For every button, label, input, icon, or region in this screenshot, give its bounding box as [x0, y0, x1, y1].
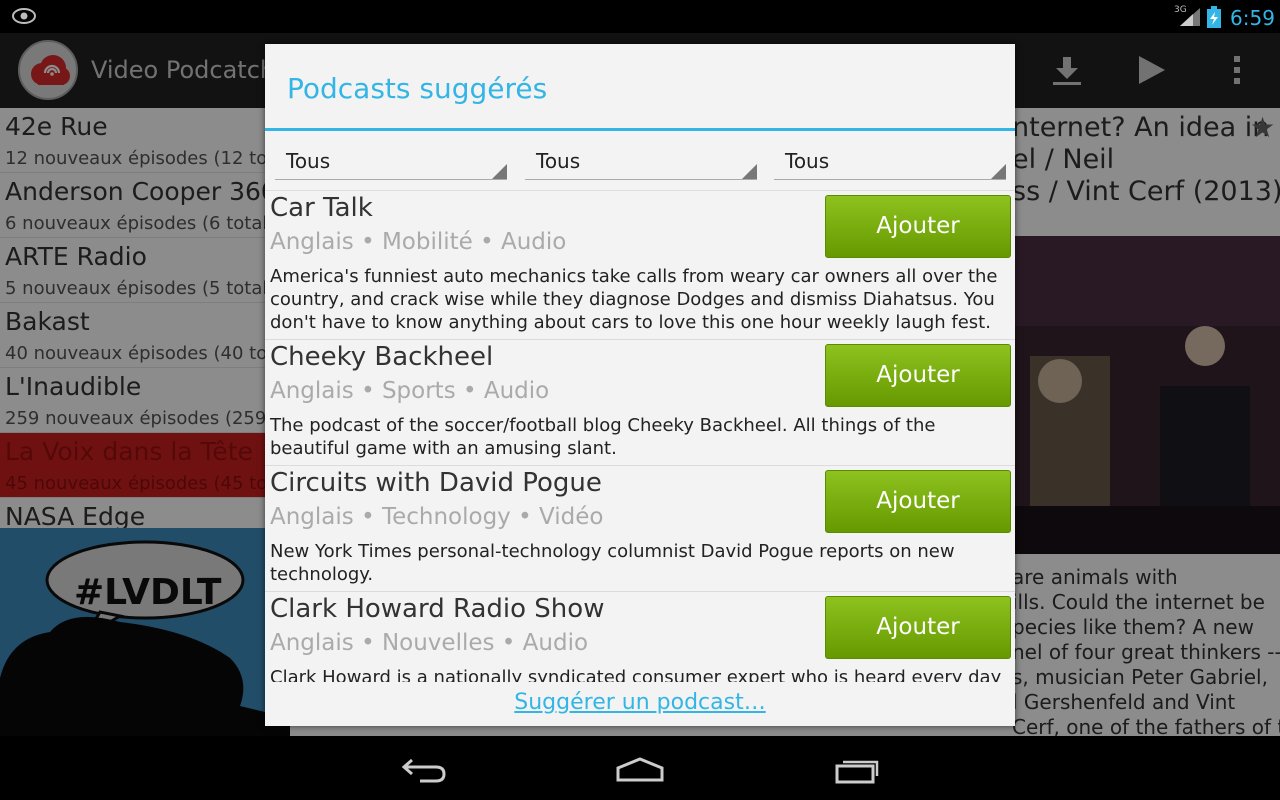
dropdown-icon	[492, 164, 507, 179]
podcast-description: Clark Howard is a nationally syndicated …	[270, 667, 1002, 682]
add-button[interactable]: Ajouter	[825, 596, 1011, 659]
podcast-description: The podcast of the soccer/football blog …	[270, 415, 936, 459]
podcast-categories: Anglais • Mobilité • Audio	[270, 229, 567, 255]
podcast-name: Car Talk	[270, 193, 373, 223]
recent-apps-icon[interactable]	[833, 756, 881, 784]
list-item: Clark Howard Radio Show Anglais • Nouvel…	[265, 592, 1015, 682]
media-type-filter[interactable]: Tous	[774, 144, 1006, 180]
dropdown-icon	[742, 164, 757, 179]
back-icon[interactable]	[400, 756, 448, 784]
suggestion-list[interactable]: Car Talk Anglais • Mobilité • Audio Amer…	[265, 190, 1015, 682]
home-icon[interactable]	[615, 756, 665, 784]
podcast-categories: Anglais • Nouvelles • Audio	[270, 630, 589, 656]
dropdown-icon	[991, 164, 1006, 179]
suggested-podcasts-dialog: Podcasts suggérés Tous Tous Tous Car Tal…	[265, 44, 1015, 726]
podcast-categories: Anglais • Sports • Audio	[270, 378, 550, 404]
podcast-name: Clark Howard Radio Show	[270, 594, 605, 624]
dialog-title: Podcasts suggérés	[287, 72, 548, 105]
add-button[interactable]: Ajouter	[825, 470, 1011, 533]
navigation-bar	[0, 736, 1280, 800]
language-filter[interactable]: Tous	[275, 144, 507, 180]
suggest-podcast-link[interactable]: Suggérer un podcast…	[265, 690, 1015, 715]
podcast-categories: Anglais • Technology • Vidéo	[270, 504, 604, 530]
title-divider	[265, 128, 1015, 131]
podcast-name: Circuits with David Pogue	[270, 468, 602, 498]
list-item: Circuits with David Pogue Anglais • Tech…	[265, 466, 1015, 592]
add-button[interactable]: Ajouter	[825, 344, 1011, 407]
signal-icon	[1180, 8, 1200, 26]
battery-icon	[1207, 6, 1221, 28]
eye-icon	[12, 8, 36, 24]
category-filter[interactable]: Tous	[525, 144, 757, 180]
add-button[interactable]: Ajouter	[825, 195, 1011, 258]
list-item: Car Talk Anglais • Mobilité • Audio Amer…	[265, 191, 1015, 340]
podcast-description: New York Times personal-technology colum…	[270, 541, 955, 585]
clock: 6:59	[1230, 6, 1275, 30]
status-bar: 3G 6:59	[0, 0, 1280, 33]
podcast-description: America's funniest auto mechanics take c…	[270, 266, 998, 333]
list-item: Cheeky Backheel Anglais • Sports • Audio…	[265, 340, 1015, 466]
podcast-name: Cheeky Backheel	[270, 342, 494, 372]
